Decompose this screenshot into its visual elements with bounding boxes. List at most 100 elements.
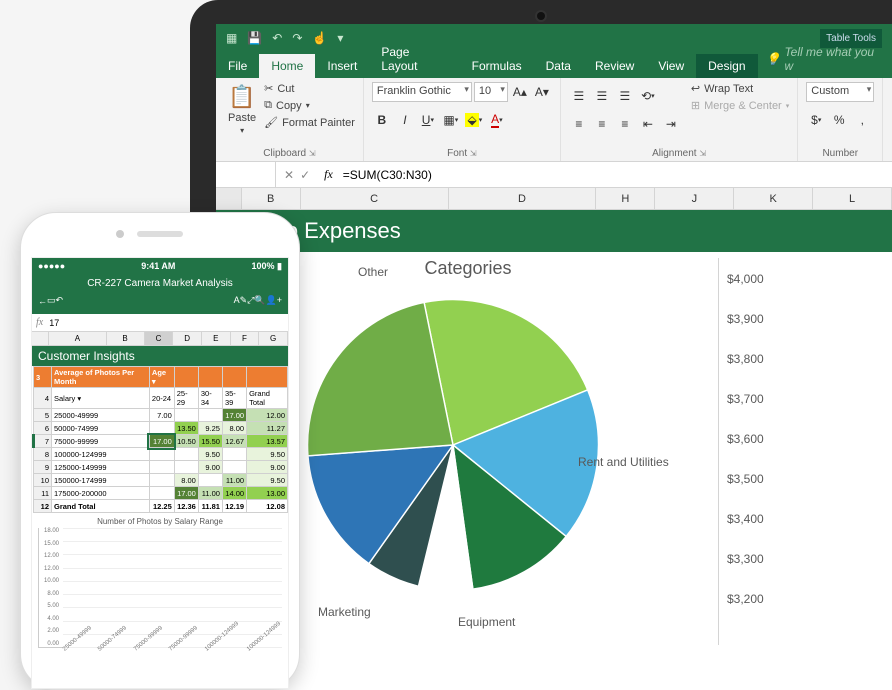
pie-label: Equipment [458, 615, 515, 629]
wrap-icon: ↩ [691, 82, 700, 95]
yaxis-tick: $3,900 [727, 312, 778, 326]
alignment-group-label: Alignment ⇲ [569, 148, 789, 159]
tab-page-layout[interactable]: Page Layout [369, 40, 459, 78]
bulb-icon: 💡 [766, 52, 781, 66]
name-box[interactable] [216, 162, 276, 187]
decrease-indent-icon[interactable]: ⇤ [638, 114, 658, 134]
orientation-icon[interactable]: ⟲▾ [638, 86, 658, 106]
col-d[interactable]: D [449, 188, 597, 209]
phone-search-icon[interactable]: 🔍 [254, 295, 265, 306]
pie-chart[interactable]: Categories OtherTaxesTravelFreelancersMa… [228, 258, 708, 645]
column-headers: B C D H J K L [216, 188, 892, 210]
pivot-row[interactable]: 8100000-1249999.509.50 [34, 448, 288, 461]
worksheet-area[interactable]: Categories OtherTaxesTravelFreelancersMa… [216, 252, 892, 645]
phone-bar-chart[interactable]: Number of Photos by Salary Range 18.0015… [32, 513, 288, 654]
tab-view[interactable]: View [646, 54, 696, 78]
cut-button[interactable]: ✂Cut [264, 82, 355, 95]
phone-col-header[interactable]: G [259, 332, 288, 345]
share-icon[interactable]: 👤+ [266, 295, 282, 306]
format-painter-button[interactable]: 🖌Format Painter [264, 116, 355, 129]
pie-label: Marketing [318, 605, 371, 619]
font-group-label: Font ⇲ [372, 148, 552, 159]
increase-indent-icon[interactable]: ⇥ [661, 114, 681, 134]
underline-button[interactable]: U▾ [418, 110, 438, 130]
tell-me-search[interactable]: 💡Tell me what you w [758, 40, 892, 78]
phone-col-header[interactable]: E [202, 332, 231, 345]
number-format-combo[interactable]: Custom [806, 82, 874, 102]
font-size-combo[interactable]: 10 [474, 82, 508, 102]
phone-fx-icon[interactable]: fx [36, 317, 43, 328]
pivot-row[interactable]: 650000-7499913.509.258.0011.27 [34, 422, 288, 435]
phone-col-header[interactable]: F [231, 332, 260, 345]
qat-dropdown-icon[interactable]: ▾ [337, 31, 343, 45]
phone-col-header[interactable]: B [107, 332, 145, 345]
tab-insert[interactable]: Insert [315, 54, 369, 78]
pie-label: Rent and Utilities [578, 455, 669, 469]
tab-review[interactable]: Review [583, 54, 646, 78]
border-button[interactable]: ▦▾ [441, 110, 461, 130]
currency-button[interactable]: $▾ [806, 110, 826, 130]
save-icon[interactable]: 💾 [247, 31, 262, 45]
percent-button[interactable]: % [829, 110, 849, 130]
align-center-icon[interactable]: ≡ [592, 114, 612, 134]
phone-formula-value[interactable]: 17 [49, 318, 59, 328]
col-b[interactable]: B [242, 188, 301, 209]
pivot-row[interactable]: 9125000-1499999.009.00 [34, 461, 288, 474]
col-j[interactable]: J [655, 188, 734, 209]
col-c[interactable]: C [301, 188, 449, 209]
redo-icon[interactable]: ↷ [292, 31, 302, 45]
font-color-button[interactable]: A▾ [487, 110, 507, 130]
yaxis-tick: $3,500 [727, 472, 778, 486]
wrap-text-button[interactable]: ↩Wrap Text [691, 82, 789, 95]
fx-icon[interactable]: fx [318, 167, 339, 182]
tab-file[interactable]: File [216, 54, 259, 78]
tab-formulas[interactable]: Formulas [460, 54, 534, 78]
font-name-combo[interactable]: Franklin Gothic [372, 82, 472, 102]
col-h[interactable]: H [596, 188, 655, 209]
copy-button[interactable]: ⧉Copy▾ [264, 99, 355, 112]
phone-col-header[interactable]: C [145, 332, 174, 345]
increase-font-icon[interactable]: A▴ [510, 82, 530, 102]
col-l[interactable]: L [813, 188, 892, 209]
merge-center-button[interactable]: ⊞Merge & Center▾ [691, 99, 789, 112]
ribbon-group-font: Franklin Gothic 10 A▴ A▾ B I U▾ ▦▾ ⬙▾ A▾… [364, 78, 561, 161]
pivot-row[interactable]: 775000-9999917.0010.5015.5012.6713.57 [34, 435, 288, 448]
phone-col-header[interactable]: A [49, 332, 106, 345]
pivot-row[interactable]: 10150000-1749998.0011.009.50 [34, 474, 288, 487]
align-right-icon[interactable]: ≡ [615, 114, 635, 134]
col-k[interactable]: K [734, 188, 813, 209]
formula-input[interactable] [339, 168, 892, 182]
phone-doc-title: CR-227 Camera Market Analysis [38, 278, 282, 289]
align-bottom-icon[interactable]: ☰ [615, 86, 635, 106]
bold-button[interactable]: B [372, 110, 392, 130]
cancel-formula-icon[interactable]: ✕ [284, 168, 294, 182]
status-time: 9:41 AM [141, 261, 175, 271]
tab-home[interactable]: Home [259, 54, 315, 78]
pivot-table[interactable]: 3 Average of Photos Per Month Age ▾4Sala… [32, 366, 288, 513]
align-middle-icon[interactable]: ☰ [592, 86, 612, 106]
undo-icon[interactable]: ↶ [272, 31, 282, 45]
touch-mode-icon[interactable]: ☝ [312, 31, 327, 45]
enter-formula-icon[interactable]: ✓ [300, 168, 310, 182]
back-icon[interactable]: ← [38, 296, 47, 306]
phone-col-header[interactable] [32, 332, 49, 345]
fill-color-button[interactable]: ⬙▾ [464, 110, 484, 130]
select-all-corner[interactable] [216, 188, 242, 209]
pivot-row[interactable]: 11175000-20000017.0011.0014.0013.00 [34, 487, 288, 500]
pivot-row[interactable]: 12Grand Total12.2512.3611.8112.1912.08 [34, 500, 288, 513]
align-left-icon[interactable]: ≡ [569, 114, 589, 134]
paste-button[interactable]: 📋 Paste▾ [224, 82, 260, 137]
comma-button[interactable]: , [852, 110, 872, 130]
undo-icon[interactable]: ↶ [56, 295, 64, 306]
decrease-font-icon[interactable]: A▾ [532, 82, 552, 102]
yaxis-tick: $3,800 [727, 352, 778, 366]
tab-data[interactable]: Data [534, 54, 583, 78]
tab-design[interactable]: Design [696, 54, 757, 78]
align-top-icon[interactable]: ☰ [569, 86, 589, 106]
file-icon[interactable]: ▭ [47, 295, 56, 306]
pivot-row[interactable]: 525000-499997.0017.0012.00 [34, 409, 288, 422]
phone-col-header[interactable]: D [173, 332, 202, 345]
edit-pen-icon[interactable]: A✎ [234, 295, 248, 306]
italic-button[interactable]: I [395, 110, 415, 130]
expand-icon[interactable]: ⤢ [247, 295, 254, 306]
